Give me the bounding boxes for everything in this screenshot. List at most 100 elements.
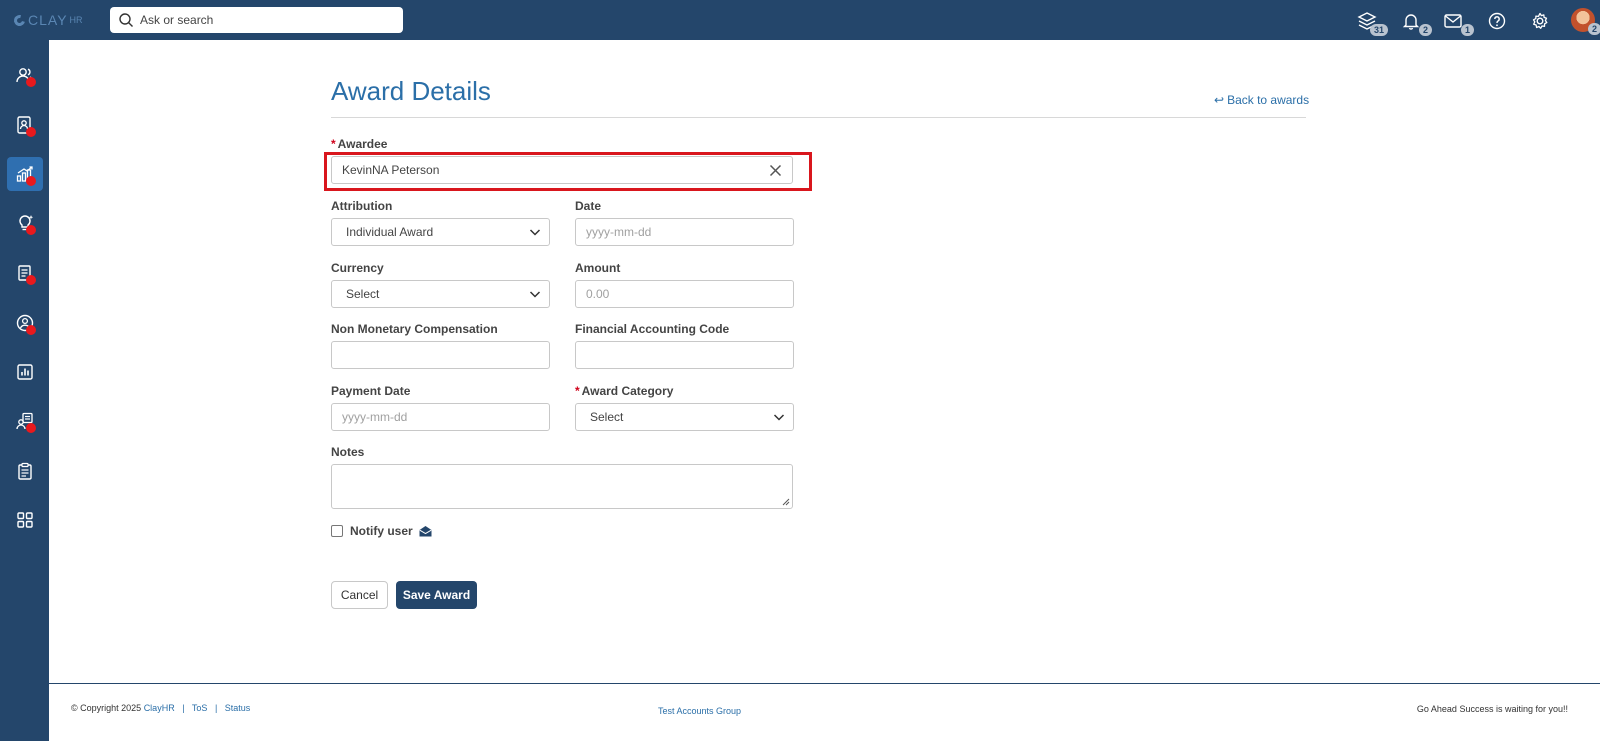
notes-label: Notes bbox=[331, 445, 365, 459]
alert-dot bbox=[26, 176, 36, 186]
currency-value: Select bbox=[346, 287, 380, 301]
sidebar-item-recruiting[interactable] bbox=[7, 404, 43, 438]
cancel-button[interactable]: Cancel bbox=[331, 581, 388, 609]
footer-divider bbox=[49, 683, 1600, 684]
logo-mark-icon bbox=[11, 12, 28, 28]
messages-button[interactable]: 1 bbox=[1440, 8, 1474, 36]
attribution-label: Attribution bbox=[331, 199, 393, 213]
notify-user-checkbox[interactable] bbox=[331, 525, 343, 537]
alert-dot bbox=[26, 275, 36, 285]
alert-dot bbox=[26, 325, 36, 335]
clayhr-link[interactable]: ClayHR bbox=[144, 703, 175, 713]
award-category-label-text: Award Category bbox=[581, 384, 674, 398]
amount-label: Amount bbox=[575, 261, 621, 275]
report-icon bbox=[17, 364, 33, 380]
avatar-badge: 2 bbox=[1587, 23, 1600, 35]
help-button[interactable] bbox=[1484, 8, 1510, 34]
footer-tagline: Go Ahead Success is waiting for you!! bbox=[1416, 704, 1568, 714]
search-box[interactable] bbox=[110, 7, 403, 33]
award-category-value: Select bbox=[590, 410, 624, 424]
payment-date-placeholder: yyyy-mm-dd bbox=[342, 410, 408, 424]
title-divider bbox=[331, 117, 1306, 118]
award-category-select[interactable]: Select bbox=[575, 403, 794, 431]
status-link[interactable]: Status bbox=[225, 703, 251, 713]
help-icon bbox=[1488, 12, 1506, 30]
back-to-awards-link[interactable]: ↩ Back to awards bbox=[1214, 93, 1309, 107]
date-input[interactable]: yyyy-mm-dd bbox=[575, 218, 794, 246]
date-placeholder: yyyy-mm-dd bbox=[586, 225, 652, 239]
footer-copyright: © Copyright 2025 ClayHR | ToS | Status bbox=[71, 703, 250, 713]
test-accounts-group-link[interactable]: Test Accounts Group bbox=[658, 706, 741, 716]
date-label: Date bbox=[575, 199, 602, 213]
payment-date-input[interactable]: yyyy-mm-dd bbox=[331, 403, 550, 431]
tos-link[interactable]: ToS bbox=[192, 703, 208, 713]
sidebar-item-profile[interactable] bbox=[7, 306, 43, 340]
back-link-label: Back to awards bbox=[1227, 93, 1310, 107]
notify-user-label: Notify user bbox=[350, 524, 413, 538]
separator: | bbox=[182, 703, 185, 713]
chevron-down-icon bbox=[529, 291, 541, 298]
awardee-label: * Awardee bbox=[331, 137, 387, 151]
clayhr-logo[interactable]: CLAY HR bbox=[11, 10, 83, 30]
award-category-label: * Award Category bbox=[575, 384, 673, 398]
non-monetary-input[interactable] bbox=[331, 341, 550, 369]
layers-badge: 31 bbox=[1369, 24, 1388, 36]
sidebar-item-apps[interactable] bbox=[7, 503, 43, 537]
envelope-open-icon bbox=[419, 526, 432, 537]
required-marker: * bbox=[575, 384, 580, 398]
page-title: Award Details bbox=[331, 76, 491, 106]
messages-badge: 1 bbox=[1460, 24, 1474, 36]
sidebar-item-tasks[interactable] bbox=[7, 454, 43, 488]
currency-label: Currency bbox=[331, 261, 384, 275]
sidebar-item-documents[interactable] bbox=[7, 256, 43, 290]
settings-button[interactable] bbox=[1527, 8, 1553, 34]
separator: | bbox=[214, 703, 218, 713]
sidebar-item-reports[interactable] bbox=[7, 355, 43, 389]
accounting-code-input[interactable] bbox=[575, 341, 794, 369]
search-input[interactable] bbox=[140, 13, 390, 27]
chevron-down-icon bbox=[773, 414, 785, 421]
currency-select[interactable]: Select bbox=[331, 280, 550, 308]
required-marker: * bbox=[331, 137, 336, 151]
sidebar-item-people[interactable] bbox=[7, 58, 43, 92]
logo-suffix: HR bbox=[69, 15, 83, 25]
apps-grid-icon bbox=[17, 512, 33, 528]
sidebar-item-performance[interactable] bbox=[7, 157, 43, 191]
sidebar-item-ideas[interactable] bbox=[7, 206, 43, 240]
notifications-button[interactable]: 2 bbox=[1398, 8, 1432, 36]
attribution-value: Individual Award bbox=[346, 225, 434, 239]
gear-icon bbox=[1532, 12, 1548, 29]
non-monetary-label: Non Monetary Compensation bbox=[331, 322, 498, 336]
resize-grip-icon[interactable] bbox=[782, 498, 790, 506]
chevron-down-icon bbox=[529, 229, 541, 236]
sidebar-item-id-card[interactable] bbox=[7, 108, 43, 142]
accounting-code-label: Financial Accounting Code bbox=[575, 322, 730, 336]
awardee-field[interactable]: KevinNA Peterson bbox=[331, 156, 793, 184]
search-icon bbox=[119, 13, 133, 27]
sidebar bbox=[0, 40, 49, 741]
amount-input[interactable]: 0.00 bbox=[575, 280, 794, 308]
layers-button[interactable]: 31 bbox=[1354, 8, 1388, 36]
clipboard-icon bbox=[18, 462, 32, 480]
user-avatar[interactable]: 2 bbox=[1571, 8, 1600, 35]
payment-date-label: Payment Date bbox=[331, 384, 411, 398]
attribution-select[interactable]: Individual Award bbox=[331, 218, 550, 246]
awardee-label-text: Awardee bbox=[337, 137, 388, 151]
save-award-button[interactable]: Save Award bbox=[396, 581, 477, 609]
close-icon[interactable] bbox=[769, 164, 782, 177]
top-bar: CLAY HR 31 2 1 2 bbox=[0, 0, 1600, 40]
copyright-text: © Copyright 2025 bbox=[71, 703, 142, 713]
notify-user-toggle[interactable]: Notify user bbox=[331, 524, 432, 538]
alert-dot bbox=[26, 77, 36, 87]
logo-text: CLAY bbox=[28, 12, 68, 28]
notes-textarea[interactable] bbox=[331, 464, 793, 509]
notifications-badge: 2 bbox=[1418, 24, 1432, 36]
mail-icon bbox=[1444, 14, 1462, 28]
amount-placeholder: 0.00 bbox=[586, 287, 610, 301]
alert-dot bbox=[26, 225, 36, 235]
bell-icon bbox=[1402, 14, 1420, 30]
alert-dot bbox=[26, 127, 36, 137]
awardee-value: KevinNA Peterson bbox=[342, 163, 440, 177]
alert-dot bbox=[26, 423, 36, 433]
return-arrow-icon: ↩ bbox=[1214, 93, 1225, 107]
